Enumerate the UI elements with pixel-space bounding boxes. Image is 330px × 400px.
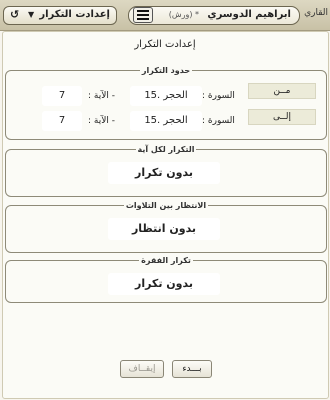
reciter-name: ابراهيم الدوسري	[207, 9, 291, 20]
to-label: إلــى	[248, 109, 316, 125]
to-surah-select[interactable]: 15. الحجر	[130, 111, 202, 131]
to-surah-label: السورة :	[202, 116, 235, 126]
repeat-ayah-legend: التكرار لكل آية	[137, 145, 195, 154]
top-toolbar: القاري ابراهيم الدوسري * (ورش) ↺ ▼ إعداد…	[0, 0, 330, 31]
repeat-settings-dropdown[interactable]: ↺ ▼ إعدادت التكرار	[3, 6, 117, 25]
app-tab-label[interactable]: القاري	[304, 8, 328, 18]
from-surah-label: السورة :	[202, 91, 235, 101]
reset-icon[interactable]: ↺	[10, 8, 19, 21]
to-ayah-input[interactable]: 7	[42, 111, 82, 131]
wait-between-legend: الانتظار بين التلاوات	[125, 201, 207, 210]
from-ayah-input[interactable]: 7	[42, 86, 82, 106]
repeat-section-legend: تكرار الفقرة	[141, 256, 191, 265]
repeat-ayah-select[interactable]: بدون تكرار	[108, 162, 220, 184]
repeat-settings-label: إعدادت التكرار	[39, 9, 110, 20]
wait-between-select[interactable]: بدون انتظار	[108, 218, 220, 240]
repeat-range-legend: حدود التكرار	[141, 66, 191, 75]
repeat-section-select[interactable]: بدون تكرار	[108, 273, 220, 295]
to-ayah-label: - الآية :	[88, 116, 115, 126]
start-button[interactable]: بـــدء	[172, 360, 212, 378]
page-title: إعدادت التكرار	[134, 39, 196, 50]
reciter-riwaya: * (ورش)	[168, 10, 199, 19]
menu-icon[interactable]	[133, 7, 153, 23]
chevron-down-icon: ▼	[28, 10, 35, 19]
from-label: مــن	[248, 83, 316, 99]
stop-button[interactable]: إيقــاف	[120, 360, 164, 378]
from-surah-select[interactable]: 15. الحجر	[130, 86, 202, 106]
from-ayah-label: - الآية :	[88, 91, 115, 101]
reciter-selector[interactable]: ابراهيم الدوسري * (ورش)	[128, 6, 300, 25]
